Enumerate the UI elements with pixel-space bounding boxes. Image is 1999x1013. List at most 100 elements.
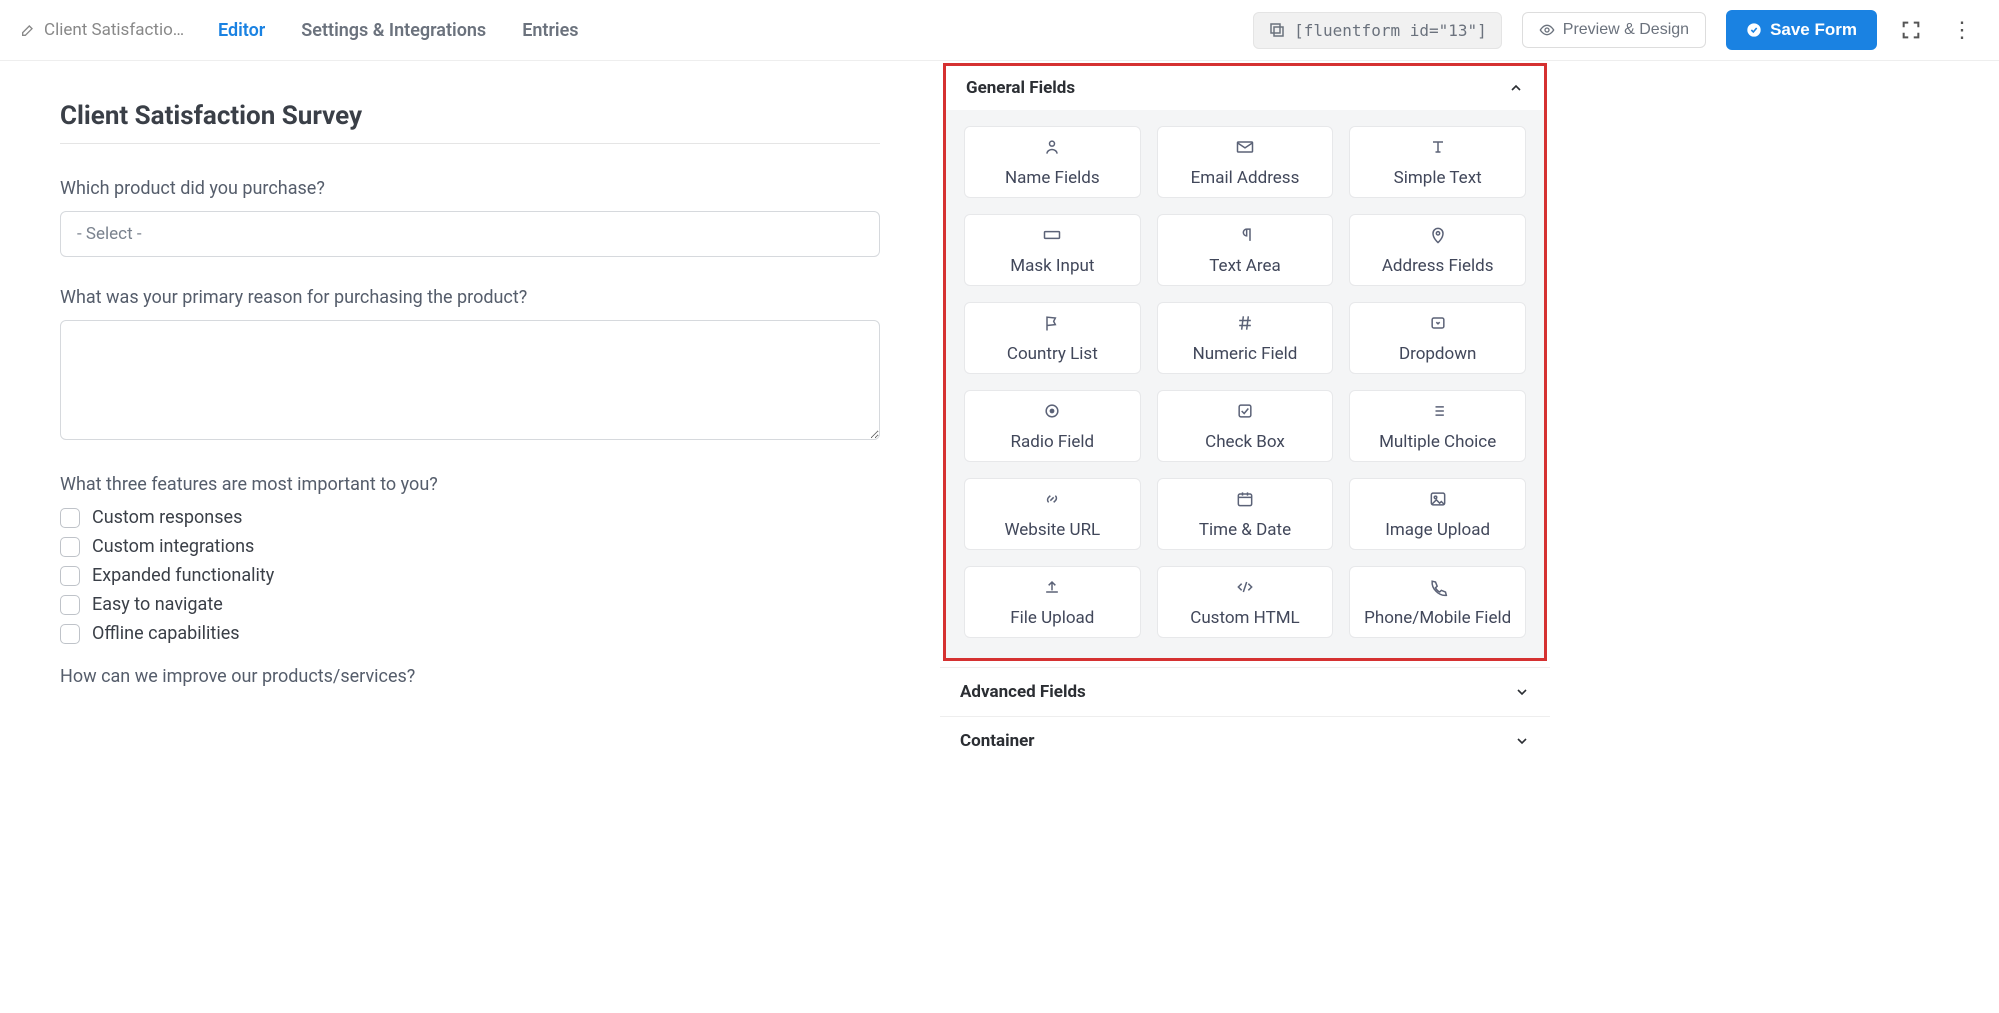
field-card-radio-field[interactable]: Radio Field — [964, 390, 1141, 462]
q3-option-label: Easy to navigate — [92, 594, 223, 615]
para-icon — [1235, 225, 1255, 250]
field-card-label: Phone/Mobile Field — [1364, 608, 1511, 628]
general-fields-section: General Fields Name Fields Email Address S… — [943, 63, 1547, 661]
field-card-country-list[interactable]: Country List — [964, 302, 1141, 374]
pin-icon — [1428, 225, 1448, 250]
list-icon — [1428, 401, 1448, 426]
chevron-down-icon — [1514, 684, 1530, 700]
general-fields-header[interactable]: General Fields — [946, 66, 1544, 110]
image-icon — [1428, 489, 1448, 514]
field-card-label: Simple Text — [1394, 168, 1482, 188]
field-card-multiple-choice[interactable]: Multiple Choice — [1349, 390, 1526, 462]
form-name-text: Client Satisfactio… — [44, 20, 184, 40]
field-card-label: Image Upload — [1385, 520, 1490, 540]
advanced-fields-header[interactable]: Advanced Fields — [940, 667, 1550, 716]
field-card-address-fields[interactable]: Address Fields — [1349, 214, 1526, 286]
field-card-label: Text Area — [1209, 256, 1281, 276]
q2-textarea[interactable] — [60, 320, 880, 440]
field-card-numeric-field[interactable]: Numeric Field — [1157, 302, 1334, 374]
checkbox-icon[interactable] — [60, 566, 80, 586]
checkbox-icon[interactable] — [60, 595, 80, 615]
radio-icon — [1042, 401, 1062, 426]
code-icon — [1235, 577, 1255, 602]
general-fields-grid: Name Fields Email Address Simple Text Mask … — [946, 110, 1544, 658]
q3-option-label: Custom responses — [92, 507, 242, 528]
field-card-label: Name Fields — [1005, 168, 1100, 188]
q3-option-label: Offline capabilities — [92, 623, 240, 644]
q3-option-label: Expanded functionality — [92, 565, 274, 586]
field-card-dropdown[interactable]: Dropdown — [1349, 302, 1526, 374]
form-name[interactable]: Client Satisfactio… — [20, 20, 190, 40]
field-card-label: Address Fields — [1382, 256, 1494, 276]
q1-select[interactable]: - Select - — [60, 211, 880, 257]
field-card-label: Custom HTML — [1190, 608, 1299, 628]
general-fields-title: General Fields — [966, 78, 1075, 98]
q3-option[interactable]: Expanded functionality — [60, 565, 880, 586]
advanced-fields-title: Advanced Fields — [960, 682, 1086, 702]
keyboard-icon — [1042, 225, 1062, 250]
q3-options: Custom responses Custom integrations Expan… — [60, 507, 880, 644]
field-card-check-box[interactable]: Check Box — [1157, 390, 1334, 462]
flag-icon — [1042, 313, 1062, 338]
link-icon — [1042, 489, 1062, 514]
calendar-icon — [1235, 489, 1255, 514]
field-card-time-date[interactable]: Time & Date — [1157, 478, 1334, 550]
q3-option[interactable]: Offline capabilities — [60, 623, 880, 644]
main-tabs: Editor Settings & Integrations Entries — [218, 20, 579, 41]
mail-icon — [1235, 137, 1255, 162]
checkbox-icon[interactable] — [60, 508, 80, 528]
field-card-label: Country List — [1007, 344, 1098, 364]
q3-option[interactable]: Custom integrations — [60, 536, 880, 557]
field-card-label: Email Address — [1191, 168, 1300, 188]
preview-button[interactable]: Preview & Design — [1522, 12, 1706, 48]
expand-icon — [1900, 19, 1922, 41]
hash-icon — [1235, 313, 1255, 338]
field-card-simple-text[interactable]: Simple Text — [1349, 126, 1526, 198]
checkbox-icon[interactable] — [60, 624, 80, 644]
more-menu[interactable]: ⋮ — [1945, 18, 1979, 43]
field-card-file-upload[interactable]: File Upload — [964, 566, 1141, 638]
container-header[interactable]: Container — [940, 716, 1550, 765]
dropdown-icon — [1428, 313, 1448, 338]
field-card-text-area[interactable]: Text Area — [1157, 214, 1334, 286]
field-card-mask-input[interactable]: Mask Input — [964, 214, 1141, 286]
field-card-email-address[interactable]: Email Address — [1157, 126, 1334, 198]
q3-label: What three features are most important t… — [60, 474, 880, 495]
q3-option-label: Custom integrations — [92, 536, 254, 557]
edit-icon — [20, 22, 36, 38]
field-card-label: Multiple Choice — [1379, 432, 1496, 452]
field-card-phone-mobile-field[interactable]: Phone/Mobile Field — [1349, 566, 1526, 638]
tab-settings[interactable]: Settings & Integrations — [301, 20, 486, 41]
form-title: Client Satisfaction Survey — [60, 101, 880, 144]
shortcode-box[interactable]: [fluentform id="13"] — [1253, 12, 1502, 49]
field-card-label: Mask Input — [1010, 256, 1094, 276]
form-editor-area: Client Satisfaction Survey Which product… — [0, 61, 940, 765]
shortcode-text: [fluentform id="13"] — [1294, 21, 1487, 40]
container-title: Container — [960, 731, 1035, 751]
check-circle-icon — [1746, 22, 1762, 38]
q3-option[interactable]: Easy to navigate — [60, 594, 880, 615]
eye-icon — [1539, 22, 1555, 38]
q1-label: Which product did you purchase? — [60, 178, 880, 199]
fields-sidebar: General Fields Name Fields Email Address S… — [940, 61, 1550, 765]
save-label: Save Form — [1770, 20, 1857, 40]
q2-label: What was your primary reason for purchas… — [60, 287, 880, 308]
field-card-image-upload[interactable]: Image Upload — [1349, 478, 1526, 550]
copy-icon — [1268, 21, 1286, 39]
field-card-website-url[interactable]: Website URL — [964, 478, 1141, 550]
field-card-custom-html[interactable]: Custom HTML — [1157, 566, 1334, 638]
field-card-label: Radio Field — [1011, 432, 1095, 452]
field-card-name-fields[interactable]: Name Fields — [964, 126, 1141, 198]
tab-editor[interactable]: Editor — [218, 20, 265, 41]
q3-option[interactable]: Custom responses — [60, 507, 880, 528]
field-card-label: File Upload — [1010, 608, 1094, 628]
top-toolbar: Client Satisfactio… Editor Settings & In… — [0, 0, 1999, 61]
field-card-label: Dropdown — [1399, 344, 1476, 364]
save-button[interactable]: Save Form — [1726, 10, 1877, 50]
field-card-label: Check Box — [1205, 432, 1285, 452]
fullscreen-button[interactable] — [1897, 16, 1925, 44]
tab-entries[interactable]: Entries — [522, 20, 578, 41]
q4-label: How can we improve our products/services… — [60, 666, 880, 687]
field-card-label: Website URL — [1004, 520, 1100, 540]
checkbox-icon[interactable] — [60, 537, 80, 557]
